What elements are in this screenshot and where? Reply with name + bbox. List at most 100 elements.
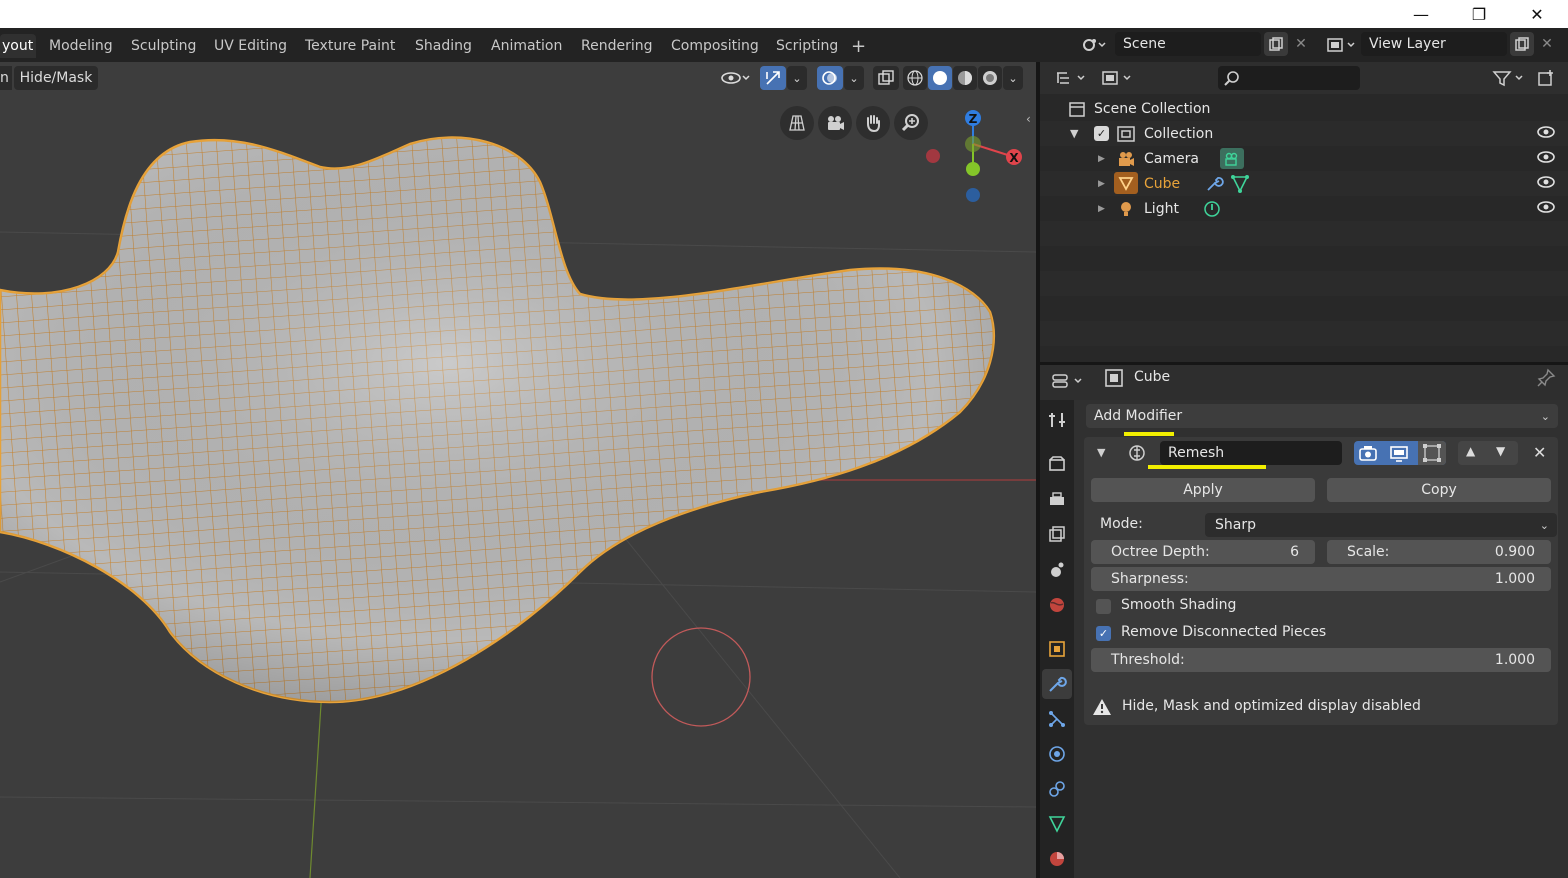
tab-sculpting[interactable]: Sculpting — [121, 34, 206, 58]
sharpness-field[interactable]: Sharpness: 1.000 — [1091, 567, 1551, 591]
navigation-gizmo[interactable]: Z X — [916, 104, 1028, 210]
chevron-down-icon[interactable]: ⌄ — [844, 66, 864, 90]
tab-tool[interactable] — [1042, 405, 1072, 435]
hide-mask-menu[interactable]: Hide/Mask — [14, 66, 98, 90]
shading-rendered-button[interactable] — [978, 66, 1002, 90]
close-window-button[interactable]: ✕ — [1508, 0, 1566, 28]
tab-scripting[interactable]: Scripting — [766, 34, 848, 58]
tab-compositing[interactable]: Compositing — [661, 34, 769, 58]
tab-particles[interactable] — [1042, 704, 1072, 734]
tab-scene[interactable] — [1042, 555, 1072, 585]
properties-editor-type-button[interactable] — [1048, 369, 1088, 393]
maximize-button[interactable]: ❐ — [1450, 0, 1508, 28]
octree-depth-field[interactable]: Octree Depth: 6 — [1091, 540, 1315, 564]
modifier-name-field[interactable]: Remesh — [1160, 441, 1342, 465]
gizmo-toggle[interactable] — [760, 66, 786, 90]
shading-solid-button[interactable] — [928, 66, 952, 90]
xray-toggle[interactable] — [873, 66, 899, 90]
outliner-row-cube[interactable]: ▶ Cube — [1040, 171, 1568, 196]
tab-layout[interactable]: yout — [0, 34, 36, 58]
collection-enable-checkbox[interactable]: ✓ — [1094, 126, 1109, 141]
shading-wireframe-button[interactable] — [903, 66, 927, 90]
outliner-row-collection[interactable]: ▼ ✓ Collection — [1040, 121, 1568, 146]
tab-animation[interactable]: Animation — [481, 34, 572, 58]
view-menu[interactable]: n — [0, 66, 12, 90]
view-layer-name-field[interactable]: View Layer — [1361, 32, 1507, 56]
pin-icon[interactable] — [1536, 368, 1556, 388]
mode-dropdown[interactable]: Sharp ⌄ — [1205, 513, 1557, 537]
threshold-field[interactable]: Threshold: 1.000 — [1091, 648, 1551, 672]
render-camera-icon[interactable] — [1357, 443, 1379, 463]
toggle-ortho-button[interactable] — [780, 106, 814, 140]
scene-browse-button[interactable] — [1076, 33, 1112, 57]
outliner-row-scene-collection[interactable]: Scene Collection — [1040, 96, 1568, 121]
outliner-search-input[interactable] — [1218, 66, 1360, 90]
outliner-row-camera[interactable]: ▶ Camera — [1040, 146, 1568, 171]
display-mode-button[interactable] — [1098, 66, 1136, 90]
grid-icon — [789, 115, 805, 131]
delete-view-layer-icon[interactable]: ✕ — [1536, 32, 1558, 56]
new-scene-button[interactable] — [1264, 32, 1288, 56]
new-view-layer-button[interactable] — [1510, 32, 1534, 56]
expand-arrow-icon[interactable]: ▶ — [1098, 204, 1105, 214]
cube-visibility-eye-icon[interactable] — [1536, 175, 1556, 193]
remove-modifier-icon[interactable]: ✕ — [1533, 443, 1546, 462]
tab-view-layer[interactable] — [1042, 520, 1072, 550]
tab-render[interactable] — [1042, 449, 1072, 479]
remove-disconnected-checkbox[interactable]: ✓ — [1096, 626, 1111, 641]
editmode-toggle[interactable] — [1418, 441, 1446, 465]
overlays-toggle[interactable] — [817, 66, 843, 90]
tab-texture-paint[interactable]: Texture Paint — [295, 34, 405, 58]
filter-button[interactable] — [1490, 66, 1528, 90]
move-down-icon[interactable]: ▼ — [1496, 444, 1505, 458]
tab-modeling[interactable]: Modeling — [39, 34, 123, 58]
camera-visibility-eye-icon[interactable] — [1536, 150, 1556, 168]
tab-object[interactable] — [1042, 634, 1072, 664]
expand-arrow-icon[interactable]: ▶ — [1098, 179, 1105, 189]
scale-field[interactable]: Scale: 0.900 — [1327, 540, 1551, 564]
viewport-display-icon[interactable] — [1388, 443, 1410, 463]
tab-uv-editing[interactable]: UV Editing — [204, 34, 297, 58]
copy-button[interactable]: Copy — [1327, 478, 1551, 502]
chevron-down-icon[interactable]: ⌄ — [787, 66, 807, 90]
move-up-icon[interactable]: ▲ — [1466, 444, 1475, 458]
tab-shading[interactable]: Shading — [405, 34, 482, 58]
view-layer-browse-button[interactable] — [1322, 33, 1360, 57]
visibility-dropdown[interactable] — [717, 66, 755, 90]
tab-constraints[interactable] — [1042, 774, 1072, 804]
expand-arrow-icon[interactable]: ▼ — [1070, 127, 1078, 140]
outliner-row-light[interactable]: ▶ Light — [1040, 196, 1568, 221]
mesh-data-icon[interactable] — [1230, 174, 1250, 194]
pan-view-button[interactable] — [856, 106, 890, 140]
minimize-button[interactable]: — — [1392, 0, 1450, 28]
3d-viewport[interactable] — [0, 62, 1036, 878]
tab-rendering[interactable]: Rendering — [571, 34, 663, 58]
collapse-arrow-icon[interactable]: ▼ — [1097, 446, 1105, 459]
chevron-down-icon[interactable]: ⌄ — [1003, 66, 1023, 90]
editor-type-button[interactable] — [1052, 66, 1090, 90]
tab-output[interactable] — [1042, 485, 1072, 515]
sidebar-toggle-icon[interactable]: ‹ — [1026, 112, 1036, 132]
tab-physics[interactable] — [1042, 739, 1072, 769]
add-workspace-button[interactable]: + — [841, 34, 876, 58]
delete-scene-icon[interactable]: ✕ — [1290, 32, 1312, 56]
new-collection-button[interactable] — [1534, 66, 1558, 90]
smooth-shading-checkbox[interactable] — [1096, 599, 1111, 614]
light-visibility-eye-icon[interactable] — [1536, 200, 1556, 218]
tab-material[interactable] — [1042, 844, 1072, 874]
tab-modifiers[interactable] — [1042, 669, 1072, 699]
apply-button[interactable]: Apply — [1091, 478, 1315, 502]
tab-data[interactable] — [1042, 809, 1072, 839]
camera-view-button[interactable] — [818, 106, 852, 140]
light-data-icon[interactable] — [1202, 199, 1222, 219]
scene-name-field[interactable]: Scene — [1115, 32, 1261, 56]
add-modifier-dropdown[interactable]: Add Modifier ⌄ — [1086, 404, 1558, 428]
shading-material-button[interactable] — [953, 66, 977, 90]
collection-visibility-eye-icon[interactable] — [1536, 125, 1556, 143]
expand-arrow-icon[interactable]: ▶ — [1098, 154, 1105, 164]
wrench-modifier-icon[interactable] — [1204, 174, 1224, 194]
viewport-scene — [0, 136, 1036, 878]
camera-data-icon[interactable] — [1220, 148, 1244, 169]
tab-world[interactable] — [1042, 590, 1072, 620]
scale-label: Scale: — [1347, 544, 1390, 560]
